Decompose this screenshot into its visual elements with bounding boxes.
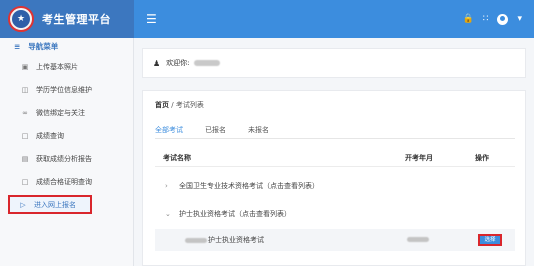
- exam-tabs: 全部考试 已报名 未报名: [155, 125, 269, 139]
- sidebar-item-upload-photo[interactable]: ▣ 上传基本照片: [0, 55, 133, 78]
- user-icon[interactable]: [497, 13, 509, 25]
- lock-icon[interactable]: 🔒: [463, 14, 474, 24]
- enter-icon: ▷: [20, 200, 26, 209]
- menu-list-icon: ≡: [14, 42, 21, 51]
- welcome-label: 欢迎你:: [166, 59, 190, 67]
- exam-group-title: 全国卫生专业技术资格考试（点击查看列表）: [179, 182, 319, 190]
- chevron-right-icon: ›: [165, 182, 168, 190]
- exam-name-cell: 护士执业资格考试: [155, 235, 395, 245]
- redacted-year: [185, 237, 207, 243]
- file-icon: □: [21, 131, 29, 140]
- tab-registered[interactable]: 已报名: [205, 125, 226, 139]
- user-icon: ♟: [153, 58, 161, 68]
- column-exam-name: 考试名称: [163, 153, 191, 162]
- tab-all-exams[interactable]: 全部考试: [155, 125, 183, 139]
- sidebar-item-certificate-query[interactable]: □ 成绩合格证明查询: [0, 170, 133, 193]
- redacted-month: [407, 237, 429, 242]
- breadcrumb-current: 考试列表: [175, 101, 204, 109]
- table-row: 护士执业资格考试 选择: [155, 229, 515, 251]
- sidebar-item-score-report[interactable]: ▤ 获取成绩分析报告: [0, 147, 133, 170]
- main-content: ♟ 欢迎你: 首页 / 考试列表 全部考试 已报名 未报名 考试名称 开考年月 …: [134, 38, 534, 266]
- certificate-icon: □: [21, 177, 29, 186]
- report-icon: ▤: [21, 154, 29, 163]
- grid-icon[interactable]: ∷: [483, 14, 489, 24]
- top-icons: 🔒 ∷ ▾: [463, 13, 522, 25]
- operation-cell: 选择: [465, 233, 515, 247]
- exam-group-row-health-tech[interactable]: › 全国卫生专业技术资格考试（点击查看列表）: [155, 179, 515, 193]
- nav-heading: ≡ 导航菜单: [14, 42, 59, 51]
- hamburger-icon[interactable]: ☰: [146, 13, 157, 25]
- image-icon: ▣: [21, 62, 29, 71]
- exam-month-cell: [395, 236, 465, 244]
- chevron-down-icon[interactable]: ▾: [517, 14, 522, 24]
- sidebar-item-online-registration[interactable]: ▷ 进入网上报名: [8, 195, 92, 214]
- breadcrumb-home[interactable]: 首页: [155, 101, 169, 109]
- sidebar-item-wechat-bind[interactable]: ∞ 微信绑定与关注: [0, 101, 133, 124]
- select-button[interactable]: 选择: [478, 233, 502, 247]
- sidebar-item-score-query[interactable]: □ 成绩查询: [0, 124, 133, 147]
- exam-group-row-nurse[interactable]: ⌄ 护士执业资格考试（点击查看列表）: [155, 207, 515, 221]
- breadcrumb: 首页 / 考试列表: [155, 100, 204, 110]
- app-title: 考生管理平台: [42, 13, 111, 26]
- tab-unregistered[interactable]: 未报名: [248, 125, 269, 139]
- column-exam-month: 开考年月: [405, 153, 433, 162]
- redacted-username: [193, 60, 220, 66]
- link-icon: ∞: [22, 108, 28, 117]
- top-bar: ☰ 🔒 ∷ ▾: [134, 0, 534, 38]
- document-icon: ◫: [21, 85, 29, 94]
- sidebar: ≡ 导航菜单 ▣ 上传基本照片 ◫ 学历学位信息维护 ∞ 微信绑定与关注 □ 成…: [0, 38, 134, 266]
- app-header: ★ 考生管理平台 ☰ 🔒 ∷ ▾: [0, 0, 534, 38]
- tab-divider: [155, 138, 515, 139]
- sidebar-item-education-info[interactable]: ◫ 学历学位信息维护: [0, 78, 133, 101]
- welcome-bar: ♟ 欢迎你:: [142, 48, 526, 78]
- brand-area: ★ 考生管理平台: [0, 0, 134, 38]
- chevron-down-icon: ⌄: [165, 210, 171, 218]
- logo: ★: [8, 6, 34, 32]
- exam-group-title: 护士执业资格考试（点击查看列表）: [179, 210, 291, 218]
- table-header: 考试名称 开考年月 操作: [155, 149, 515, 167]
- exam-list-panel: 首页 / 考试列表 全部考试 已报名 未报名 考试名称 开考年月 操作 › 全国…: [142, 90, 526, 266]
- column-operation: 操作: [475, 153, 489, 162]
